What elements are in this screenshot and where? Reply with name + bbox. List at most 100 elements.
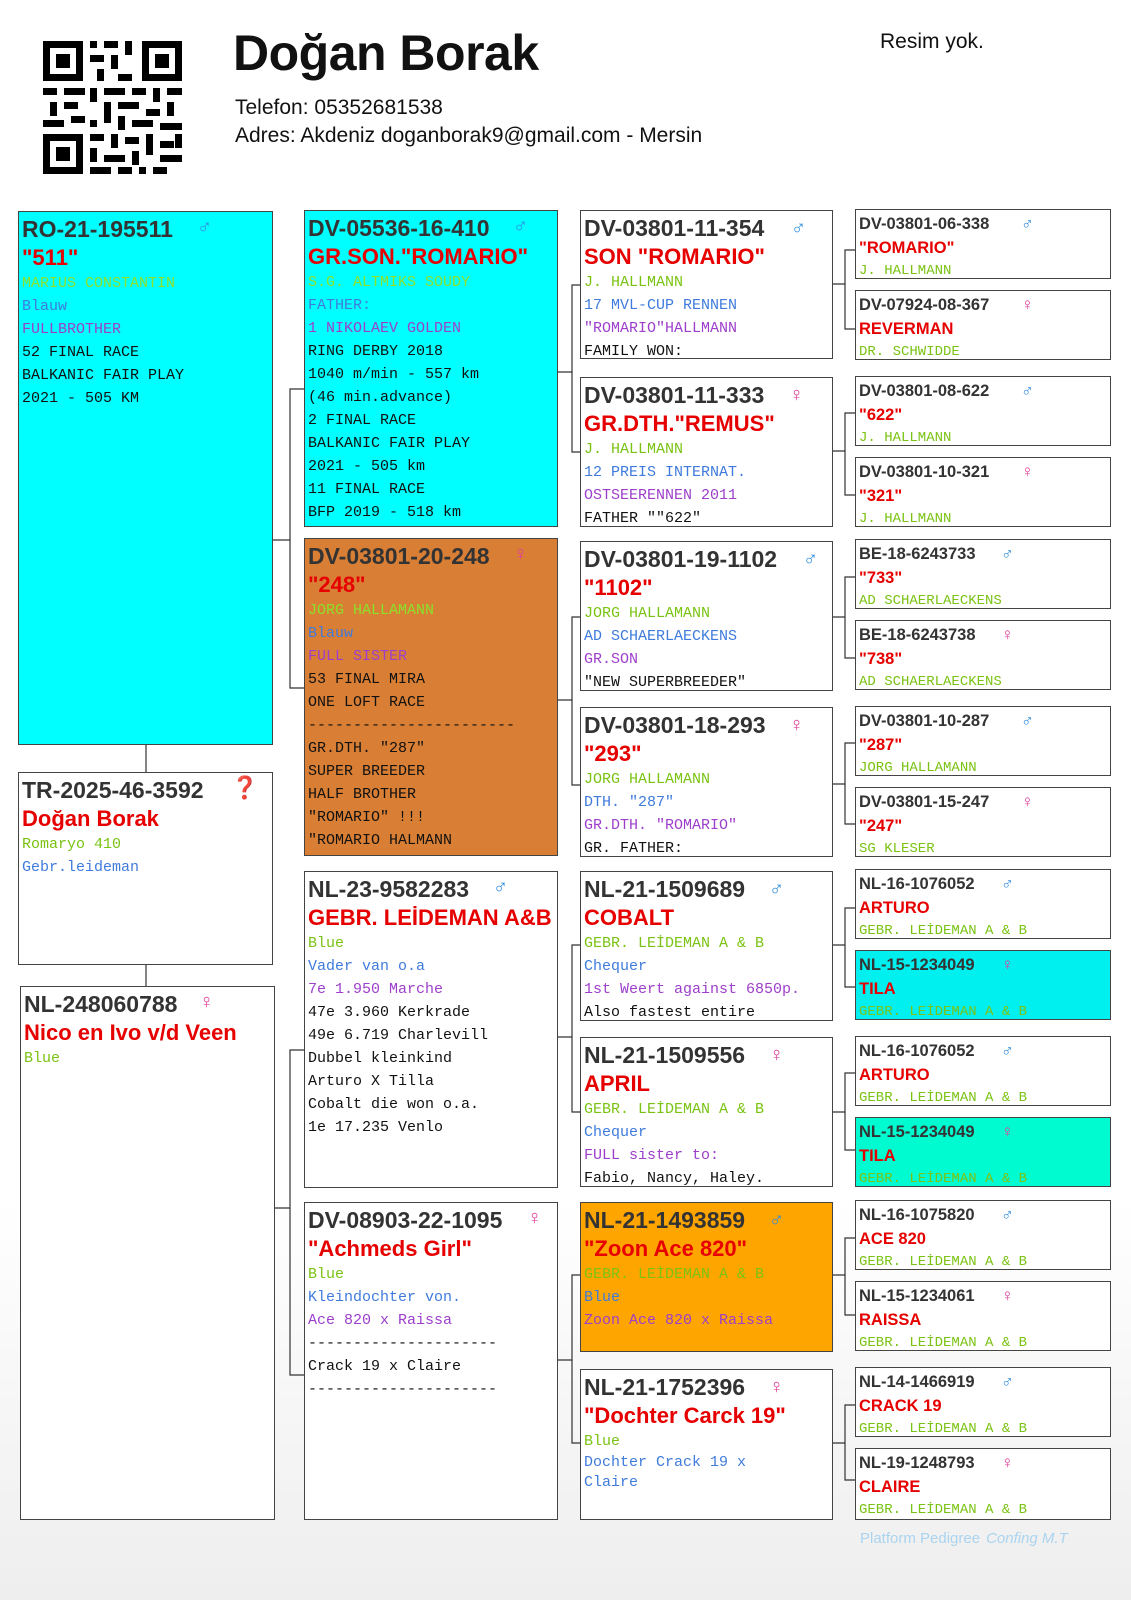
female-icon: ♀ [789, 714, 804, 736]
g3-card-14[interactable]: NL-15-1234061 RAISSA GEBR. LEİDEMAN A & B … [855, 1281, 1111, 1351]
info-line: AD SCHAERLAECKENS [859, 593, 1002, 609]
male-icon: ♂ [1021, 381, 1034, 400]
info-line: "NEW SUPERBREEDER" [584, 674, 747, 691]
info-line: Chequer [584, 1124, 648, 1141]
g3-card-16[interactable]: NL-19-1248793 CLAIRE GEBR. LEİDEMAN A & B … [855, 1448, 1111, 1520]
ring-number: DV-07924-08-367 [859, 296, 990, 314]
dam-dam-card[interactable]: DV-08903-22-1095 "Achmeds Girl" Blue Kle… [304, 1202, 558, 1520]
ring-number: NL-15-1234061 [859, 1287, 975, 1305]
female-icon: ♀ [769, 1376, 784, 1398]
subject-card[interactable]: TR-2025-46-3592 Doğan Borak Romaryo 410 … [18, 772, 273, 965]
ring-number: NL-14-1466919 [859, 1373, 975, 1391]
sire-sire-card[interactable]: DV-05536-16-410 GR.SON."ROMARIO" S.G. AL… [304, 210, 558, 527]
g3-card-4[interactable]: DV-03801-10-321 "321" J. HALLMANN ♀ [855, 457, 1111, 527]
info-line: S.G. ALTMIKS SOUDY [308, 274, 471, 291]
pigeon-name: "Achmeds Girl" [308, 1236, 472, 1261]
male-icon: ♂ [1001, 1372, 1014, 1391]
pigeon-name: "248" [308, 572, 366, 597]
ddd-card[interactable]: NL-21-1752396 "Dochter Carck 19" Blue Do… [580, 1369, 833, 1520]
ring-number: BE-18-6243733 [859, 545, 976, 563]
g3-card-10[interactable]: NL-15-1234049 TILA GEBR. LEİDEMAN A & B ♀ [855, 950, 1111, 1020]
info-line: "ROMARIO" !!! [308, 809, 426, 826]
female-icon: ♀ [1001, 625, 1014, 644]
pigeon-name: RAISSA [859, 1311, 922, 1329]
male-icon: ♂ [1021, 711, 1034, 730]
ssd-card[interactable]: DV-03801-11-333 GR.DTH."REMUS" J. HALLMA… [580, 377, 833, 527]
info-line: AD SCHAERLAECKENS [584, 628, 738, 645]
dsd-card[interactable]: NL-21-1509556 APRIL GEBR. LEİDEMAN A & B… [580, 1037, 833, 1187]
info-line: DTH. "287" [584, 794, 675, 811]
info-line: GR.DTH. "287" [308, 740, 426, 757]
female-icon: ♀ [1001, 955, 1014, 974]
male-icon: ♂ [769, 1209, 784, 1231]
info-line: GR.DTH. "ROMARIO" [584, 817, 738, 834]
info-line: Blue [308, 935, 345, 952]
sire-card[interactable]: RO-21-195511 "511" MARIUS CONSTANTIN Bla… [18, 211, 273, 745]
g3-card-5[interactable]: BE-18-6243733 "733" AD SCHAERLAECKENS ♂ [855, 539, 1111, 609]
info-line: FAMILY WON: [584, 343, 684, 359]
ring-number: DV-03801-10-287 [859, 712, 990, 730]
footer-platform: Platform Pedigree [860, 1530, 981, 1547]
info-line: AD SCHAERLAECKENS [859, 674, 1002, 690]
pigeon-name: "733" [859, 569, 903, 587]
female-icon: ♀ [1021, 462, 1034, 481]
g3-card-11[interactable]: NL-16-1076052 ARTURO GEBR. LEİDEMAN A & B … [855, 1036, 1111, 1106]
g3-card-9[interactable]: NL-16-1076052 ARTURO GEBR. LEİDEMAN A & B … [855, 869, 1111, 939]
info-line: GEBR. LEİDEMAN A & B [584, 935, 765, 952]
pigeon-name: "247" [859, 817, 903, 835]
male-icon: ♂ [197, 216, 212, 238]
unknown-sex-icon: ❓ [231, 775, 259, 800]
sdd-card[interactable]: DV-03801-18-293 "293" JORG HALLAMANN DTH… [580, 707, 833, 857]
ring-number: NL-15-1234049 [859, 1123, 975, 1141]
info-line: GEBR. LEİDEMAN A & B [859, 1090, 1028, 1106]
info-line: 2021 - 505 KM [22, 390, 140, 407]
g3-card-1[interactable]: DV-03801-06-338 "ROMARIO" J. HALLMANN ♂ [855, 209, 1111, 279]
pigeon-name: "321" [859, 487, 903, 505]
g3-card-7[interactable]: DV-03801-10-287 "287" JORG HALLAMANN ♂ [855, 706, 1111, 776]
g3-card-13[interactable]: NL-16-1075820 ACE 820 GEBR. LEİDEMAN A & B… [855, 1200, 1111, 1270]
pigeon-name: REVERMAN [859, 320, 954, 338]
g3-card-8[interactable]: DV-03801-15-247 "247" SG KLESER ♀ [855, 787, 1111, 857]
pigeon-name: "Zoon Ace 820" [584, 1236, 748, 1261]
ring-number: NL-21-1509689 [584, 876, 746, 902]
info-line: 17 MVL-CUP RENNEN [584, 297, 738, 314]
info-line: Dubbel kleinkind [308, 1050, 453, 1067]
info-line: GEBR. LEİDEMAN A & B [859, 1502, 1028, 1518]
footer-config: Confing M.T [986, 1530, 1068, 1547]
female-icon: ♀ [1021, 792, 1034, 811]
sss-card[interactable]: DV-03801-11-354 SON "ROMARIO" J. HALLMAN… [580, 210, 833, 359]
male-icon: ♂ [513, 215, 528, 237]
g3-card-6[interactable]: BE-18-6243738 "738" AD SCHAERLAECKENS ♀ [855, 620, 1111, 690]
female-icon: ♀ [199, 991, 214, 1013]
g3-card-12[interactable]: NL-15-1234049 TILA GEBR. LEİDEMAN A & B ♀ [855, 1117, 1111, 1187]
info-line: FATHER ""622" [584, 510, 702, 527]
male-icon: ♂ [1001, 874, 1014, 893]
ring-number: NL-16-1076052 [859, 875, 975, 893]
footer-credit: Platform Pedigree Confing M.T [860, 1530, 1068, 1547]
info-line: Blue [308, 1266, 345, 1283]
info-line: GEBR. LEİDEMAN A & B [859, 1171, 1028, 1187]
dss-card[interactable]: NL-21-1509689 COBALT GEBR. LEİDEMAN A & … [580, 871, 833, 1021]
info-line: Vader van o.a [308, 958, 426, 975]
info-line: Zoon Ace 820 x Raissa [584, 1312, 774, 1329]
g3-card-3[interactable]: DV-03801-08-622 "622" J. HALLMANN ♂ [855, 376, 1111, 446]
ring-number: DV-03801-08-622 [859, 382, 990, 400]
info-line: MARIUS CONSTANTIN [22, 275, 176, 292]
sire-dam-card[interactable]: DV-03801-20-248 "248" JORG HALLAMANN Bla… [304, 538, 558, 856]
ring-number: NL-21-1752396 [584, 1374, 746, 1400]
dam-card[interactable]: NL-248060788 Nico en Ivo v/d Veen Blue ♀ [20, 986, 275, 1520]
info-line: Blauw [308, 625, 354, 642]
info-line: Dochter Crack 19 x [584, 1454, 747, 1471]
g3-card-2[interactable]: DV-07924-08-367 REVERMAN DR. SCHWIDDE ♀ [855, 290, 1111, 360]
pigeon-name: TILA [859, 1147, 896, 1165]
dam-sire-card[interactable]: NL-23-9582283 GEBR. LEİDEMAN A&B Blue Va… [304, 871, 558, 1188]
info-line: 47e 3.960 Kerkrade [308, 1004, 471, 1021]
pigeon-name: ARTURO [859, 899, 930, 917]
ring-number: DV-03801-10-321 [859, 463, 990, 481]
info-line: GEBR. LEİDEMAN A & B [859, 1004, 1028, 1020]
pigeon-name: SON "ROMARIO" [584, 244, 765, 269]
info-line: 49e 6.719 Charlevill [308, 1027, 489, 1044]
dds-card[interactable]: NL-21-1493859 "Zoon Ace 820" GEBR. LEİDE… [580, 1202, 833, 1352]
g3-card-15[interactable]: NL-14-1466919 CRACK 19 GEBR. LEİDEMAN A & … [855, 1367, 1111, 1437]
sds-card[interactable]: DV-03801-19-1102 "1102" JORG HALLAMANN A… [580, 541, 833, 691]
